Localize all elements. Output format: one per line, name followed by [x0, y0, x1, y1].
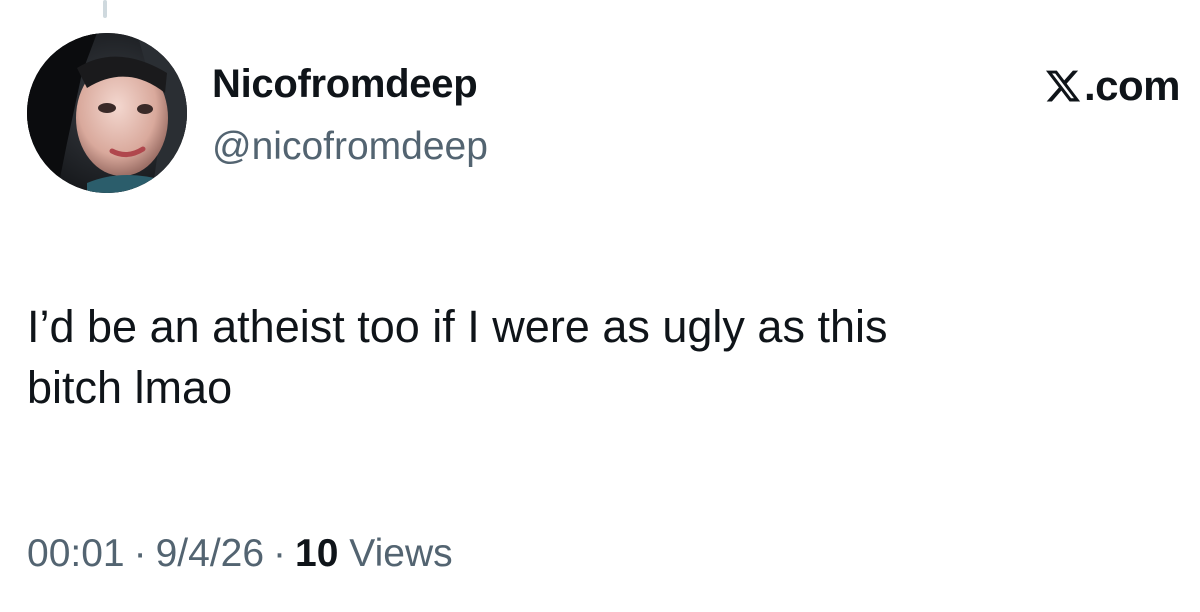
avatar[interactable]: [27, 33, 187, 193]
post-text-line-2: bitch lmao: [27, 362, 233, 413]
profile-photo-icon: [27, 33, 187, 193]
post-time[interactable]: 00:01: [27, 532, 125, 575]
post-text-line-1: I’d be an atheist too if I were as ugly …: [27, 301, 888, 352]
meta-separator: ·: [133, 532, 147, 575]
post-date[interactable]: 9/4/26: [156, 532, 264, 575]
author-display-name[interactable]: Nicofromdeep: [212, 60, 478, 108]
author-handle[interactable]: @nicofromdeep: [212, 123, 488, 171]
x-brand-watermark: .com: [1044, 62, 1181, 110]
brand-text: .com: [1083, 62, 1181, 109]
thread-connector-line: [103, 0, 107, 18]
views-label: Views: [349, 532, 453, 575]
post-metadata: 00:01 · 9/4/26 · 10 Views: [27, 528, 453, 580]
post-text: I’d be an atheist too if I were as ugly …: [27, 296, 1187, 418]
x-logo-icon: [1045, 70, 1081, 102]
meta-separator: ·: [273, 532, 287, 575]
views-count[interactable]: 10: [295, 532, 338, 575]
